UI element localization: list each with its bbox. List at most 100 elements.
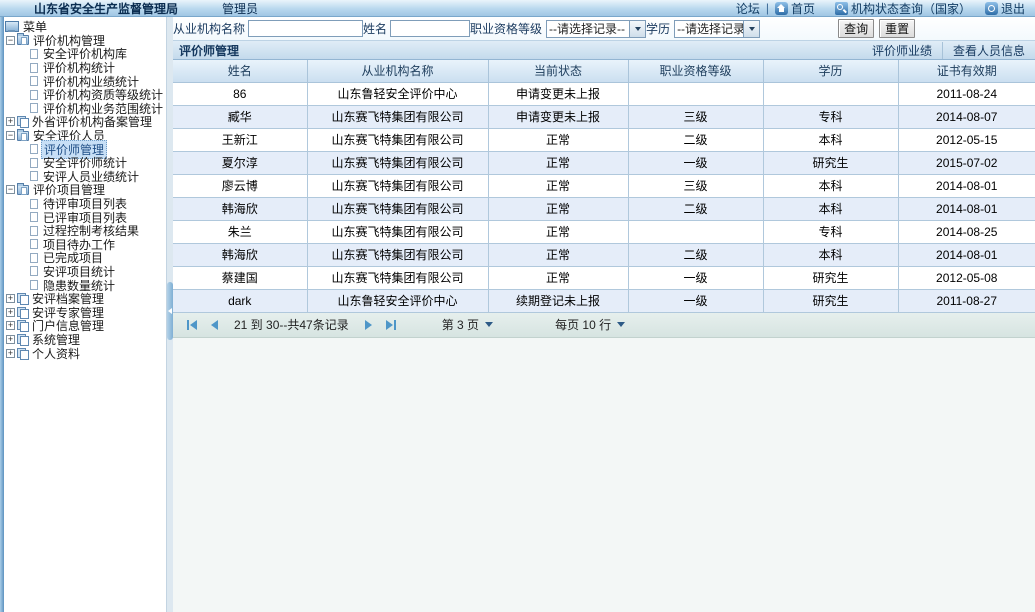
splitter [166,17,173,612]
page-icon [30,171,38,181]
table-cell: 山东赛飞特集团有限公司 [307,243,488,266]
home-link-label: 首页 [791,0,815,17]
prev-page-button[interactable] [211,320,218,330]
table-cell: 山东赛飞特集团有限公司 [307,174,488,197]
table-cell: 本科 [763,197,898,220]
next-page-button[interactable] [365,320,372,330]
table-cell: 二级 [628,128,763,151]
table-row[interactable]: 86山东鲁轻安全评价中心申请变更未上报2011-08-24 [173,82,1035,105]
page-icon [30,158,38,168]
table-row[interactable]: 臧华山东赛飞特集团有限公司申请变更未上报三级专科2014-08-07 [173,105,1035,128]
nav-separator: | [766,1,769,15]
table-cell: 山东鲁轻安全评价中心 [307,289,488,312]
collapse-icon[interactable]: − [6,131,15,140]
evaluator-table: 姓名从业机构名称当前状态职业资格等级学历证书有效期 86山东鲁轻安全评价中心申请… [173,60,1035,313]
table-row[interactable]: 蔡建国山东赛飞特集团有限公司正常一级研究生2012-05-08 [173,266,1035,289]
table-cell: 研究生 [763,266,898,289]
education-select[interactable]: --请选择记录-- [674,20,760,38]
table-cell: 专科 [763,105,898,128]
last-page-button[interactable] [386,320,396,330]
collapse-icon[interactable]: − [6,185,15,194]
table-cell: 本科 [763,243,898,266]
table-row[interactable]: 王新江山东赛飞特集团有限公司正常二级本科2012-05-15 [173,128,1035,151]
table-row[interactable]: dark山东鲁轻安全评价中心续期登记未上报一级研究生2011-08-27 [173,289,1035,312]
forum-link[interactable]: 论坛 [736,0,760,17]
search-icon [835,2,848,15]
table-cell: 一级 [628,289,763,312]
expand-icon[interactable]: + [6,349,15,358]
view-person-info-link[interactable]: 查看人员信息 [942,42,1035,59]
table-row[interactable]: 韩海欣山东赛飞特集团有限公司正常二级本科2014-08-01 [173,243,1035,266]
chevron-down-icon [617,322,625,327]
expand-icon[interactable]: + [6,335,15,344]
column-header: 当前状态 [488,60,628,82]
qual-level-value: --请选择记录-- [547,20,629,37]
table-cell: 夏尔淳 [173,151,307,174]
panel-links: 评价师业绩 查看人员信息 [862,41,1035,59]
table-row[interactable]: 韩海欣山东赛飞特集团有限公司正常二级本科2014-08-01 [173,197,1035,220]
sidebar-item[interactable]: +系统管理 [4,333,166,347]
sidebar-item[interactable]: + 个人资料 [4,346,166,360]
org-name-input[interactable] [248,20,363,37]
table-cell: 2014-08-01 [898,174,1035,197]
evaluator-performance-link[interactable]: 评价师业绩 [862,42,942,59]
sidebar-item-label: 个人资料 [30,345,82,362]
first-page-button[interactable] [187,320,197,330]
table-cell [628,82,763,105]
table-cell: 韩海欣 [173,243,307,266]
page-icon [30,280,38,290]
table-cell: 正常 [488,197,628,220]
table-row[interactable]: 朱兰山东赛飞特集团有限公司正常专科2014-08-25 [173,220,1035,243]
table-cell: 一级 [628,151,763,174]
logout-link[interactable]: 退出 [985,0,1025,17]
main-area: 从业机构名称 姓名 职业资格等级 --请选择记录-- 学历 --请选择记录-- … [173,17,1035,612]
table-cell: 山东赛飞特集团有限公司 [307,151,488,174]
query-button[interactable]: 查询 [838,19,874,38]
org-status-link[interactable]: 机构状态查询（国家） [835,0,971,17]
collapse-icon[interactable]: − [6,36,15,45]
table-row[interactable]: 夏尔淳山东赛飞特集团有限公司正常一级研究生2015-07-02 [173,151,1035,174]
page-size-dropdown[interactable]: 每页 10 行 [555,316,625,333]
table-cell: 山东赛飞特集团有限公司 [307,105,488,128]
expand-icon[interactable]: + [6,117,15,126]
page-number-dropdown[interactable]: 第 3 页 [442,316,493,333]
top-bar: 山东省安全生产监督管理局 管理员 论坛 | 首页 机构状态查询（国家） 退出 [0,0,1035,17]
table-cell: 山东赛飞特集团有限公司 [307,197,488,220]
table-cell: 本科 [763,128,898,151]
chevron-down-icon [743,21,759,37]
docs-icon [17,320,28,331]
docs-icon [17,334,28,345]
page-icon [30,266,38,276]
reset-button[interactable]: 重置 [879,19,915,38]
table-cell: 正常 [488,174,628,197]
person-name-input[interactable] [390,20,470,37]
docs-icon [17,116,28,127]
table-cell: 二级 [628,243,763,266]
home-icon [775,2,788,15]
panel-title-bar: 评价师管理 评价师业绩 查看人员信息 [173,41,1035,60]
person-name-label: 姓名 [363,20,387,37]
table-cell: 正常 [488,151,628,174]
table-cell: 廖云博 [173,174,307,197]
expand-icon[interactable]: + [6,321,15,330]
folder-icon [17,185,29,195]
home-link[interactable]: 首页 [775,0,815,17]
page-icon [30,212,38,222]
page-number-value: 第 3 页 [442,316,479,333]
table-cell: dark [173,289,307,312]
folder-icon [17,131,29,141]
expand-icon[interactable]: + [6,308,15,317]
table-cell: 86 [173,82,307,105]
page-icon [30,226,38,236]
qual-level-select[interactable]: --请选择记录-- [546,20,646,38]
page-icon [30,253,38,263]
table-cell: 本科 [763,174,898,197]
search-bar: 从业机构名称 姓名 职业资格等级 --请选择记录-- 学历 --请选择记录-- … [173,17,1035,41]
table-cell [628,220,763,243]
table-cell: 三级 [628,174,763,197]
expand-icon[interactable]: + [6,294,15,303]
docs-icon [17,307,28,318]
table-row[interactable]: 廖云博山东赛飞特集团有限公司正常三级本科2014-08-01 [173,174,1035,197]
sidebar-item[interactable]: +门户信息管理 [4,319,166,333]
table-cell: 2011-08-24 [898,82,1035,105]
